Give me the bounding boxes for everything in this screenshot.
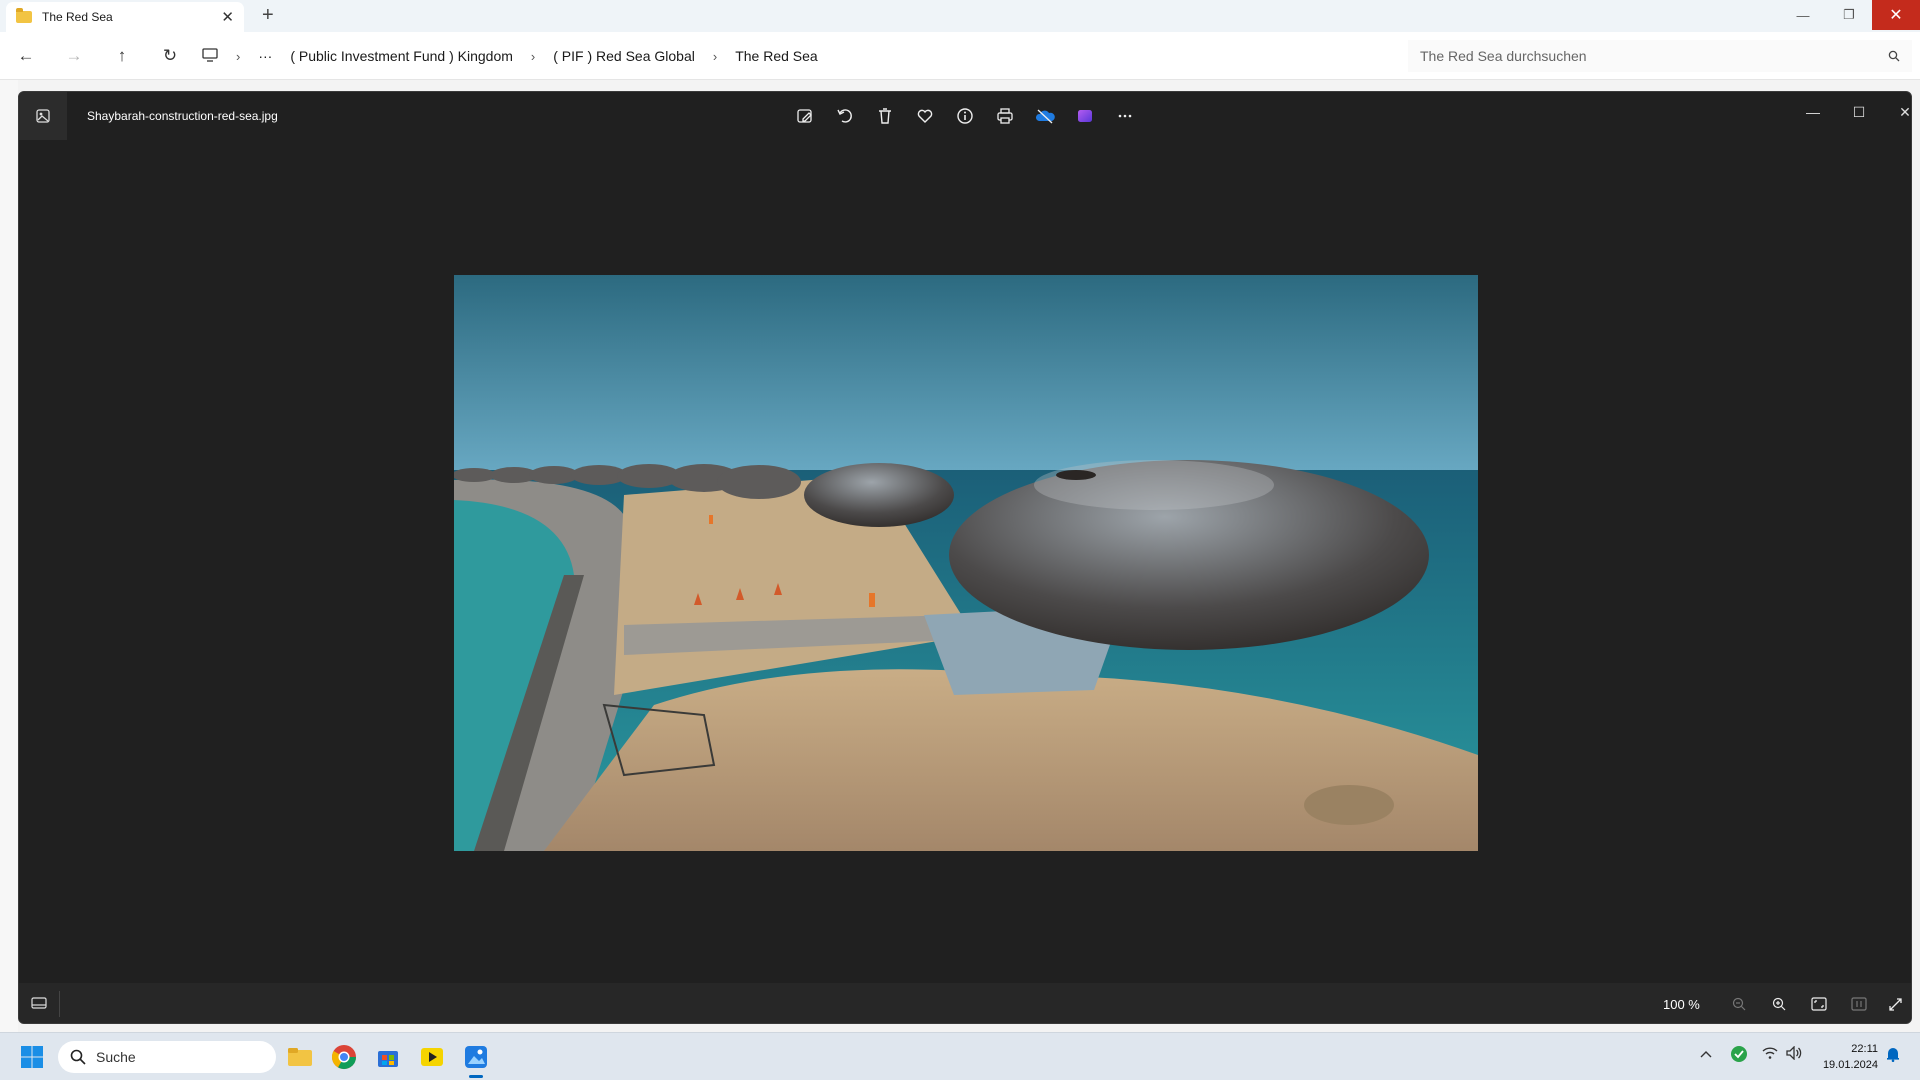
- search-input[interactable]: The Red Sea durchsuchen: [1408, 40, 1912, 72]
- divider: [59, 991, 60, 1017]
- chevron-right-icon[interactable]: ›: [713, 49, 717, 64]
- windows-start-icon[interactable]: [20, 1045, 44, 1069]
- address-bar[interactable]: › ··· ( Public Investment Fund ) Kingdom…: [202, 40, 1402, 72]
- system-clock[interactable]: 22:11 19.01.2024: [1810, 1041, 1878, 1073]
- forward-arrow-icon[interactable]: →: [62, 44, 86, 68]
- explorer-navbar: ← → ↑ ↻ › ··· ( Public Investment Fund )…: [0, 32, 1920, 80]
- restore-button[interactable]: ❐: [1826, 0, 1872, 30]
- edit-image-icon[interactable]: [793, 104, 817, 128]
- filmstrip-icon[interactable]: [27, 993, 51, 1015]
- volume-icon[interactable]: [1786, 1045, 1802, 1063]
- chevron-right-icon[interactable]: ›: [531, 49, 535, 64]
- print-icon[interactable]: [993, 104, 1017, 128]
- explorer-sidebar: [0, 80, 18, 1032]
- displayed-photo: [454, 275, 1478, 851]
- viewer-close-button[interactable]: ✕: [1889, 100, 1911, 124]
- search-icon: [1888, 50, 1900, 62]
- up-arrow-icon[interactable]: ↑: [110, 44, 134, 68]
- taskbar: Suche 22:11 19.01.2024: [0, 1032, 1920, 1080]
- clock-time: 22:11: [1851, 1043, 1878, 1055]
- onedrive-icon[interactable]: [1033, 104, 1057, 128]
- zoom-level[interactable]: 100 %: [1663, 997, 1700, 1012]
- photos-viewer-window: Shaybarah-construction-red-sea.jpg — ☐ ✕…: [18, 91, 1912, 1024]
- breadcrumb-item[interactable]: ( PIF ) Red Sea Global: [553, 48, 695, 64]
- media-player-taskbar-icon[interactable]: [416, 1041, 448, 1073]
- taskbar-search-box[interactable]: Suche: [58, 1041, 276, 1073]
- breadcrumb-item[interactable]: The Red Sea: [735, 48, 818, 64]
- viewer-toolbar: [793, 104, 1137, 128]
- zoom-in-icon[interactable]: [1767, 993, 1791, 1015]
- more-breadcrumbs-icon[interactable]: ···: [258, 48, 272, 64]
- explorer-tab[interactable]: The Red Sea ✕: [6, 2, 244, 32]
- photos-app-icon: [19, 92, 67, 140]
- chrome-taskbar-icon[interactable]: [328, 1041, 360, 1073]
- close-button[interactable]: ✕: [1872, 0, 1920, 30]
- breadcrumb-item[interactable]: ( Public Investment Fund ) Kingdom: [290, 48, 513, 64]
- search-placeholder: The Red Sea durchsuchen: [1420, 48, 1587, 64]
- search-icon: [70, 1049, 86, 1065]
- explorer-titlebar: The Red Sea ✕ + — ❐ ✕: [0, 0, 1920, 32]
- back-arrow-icon[interactable]: ←: [14, 44, 38, 68]
- chevron-right-icon[interactable]: ›: [236, 49, 240, 64]
- image-filename: Shaybarah-construction-red-sea.jpg: [87, 109, 278, 123]
- tab-title: The Red Sea: [42, 10, 113, 24]
- this-pc-icon[interactable]: [202, 47, 218, 65]
- folder-icon: [16, 8, 32, 23]
- rotate-icon[interactable]: [833, 104, 857, 128]
- security-shield-icon[interactable]: [1730, 1045, 1748, 1066]
- viewer-bottom-bar: 100 %: [19, 983, 1911, 1023]
- show-hidden-icons-chevron-icon[interactable]: [1700, 1047, 1712, 1062]
- clock-date: 19.01.2024: [1822, 1059, 1878, 1071]
- notification-bell-icon[interactable]: [1886, 1046, 1900, 1065]
- refresh-icon[interactable]: ↻: [158, 44, 182, 68]
- tab-close-icon[interactable]: ✕: [221, 8, 234, 26]
- photos-taskbar-icon[interactable]: [460, 1041, 492, 1078]
- file-info-icon[interactable]: [953, 104, 977, 128]
- new-tab-button[interactable]: +: [262, 4, 274, 27]
- viewer-minimize-button[interactable]: —: [1797, 100, 1829, 124]
- clipchamp-icon[interactable]: [1073, 104, 1097, 128]
- viewer-maximize-button[interactable]: ☐: [1843, 100, 1875, 124]
- file-explorer-taskbar-icon[interactable]: [284, 1041, 316, 1073]
- minimize-button[interactable]: —: [1780, 0, 1826, 30]
- delete-icon[interactable]: [873, 104, 897, 128]
- microsoft-store-taskbar-icon[interactable]: [372, 1041, 404, 1073]
- fullscreen-icon[interactable]: [1883, 993, 1907, 1015]
- favorite-heart-icon[interactable]: [913, 104, 937, 128]
- fit-to-window-icon[interactable]: [1807, 993, 1831, 1015]
- zoom-out-icon[interactable]: [1727, 993, 1751, 1015]
- taskbar-search-label: Suche: [96, 1049, 136, 1065]
- more-options-icon[interactable]: [1113, 104, 1137, 128]
- wifi-icon[interactable]: [1762, 1046, 1778, 1063]
- actual-size-icon[interactable]: [1847, 993, 1871, 1015]
